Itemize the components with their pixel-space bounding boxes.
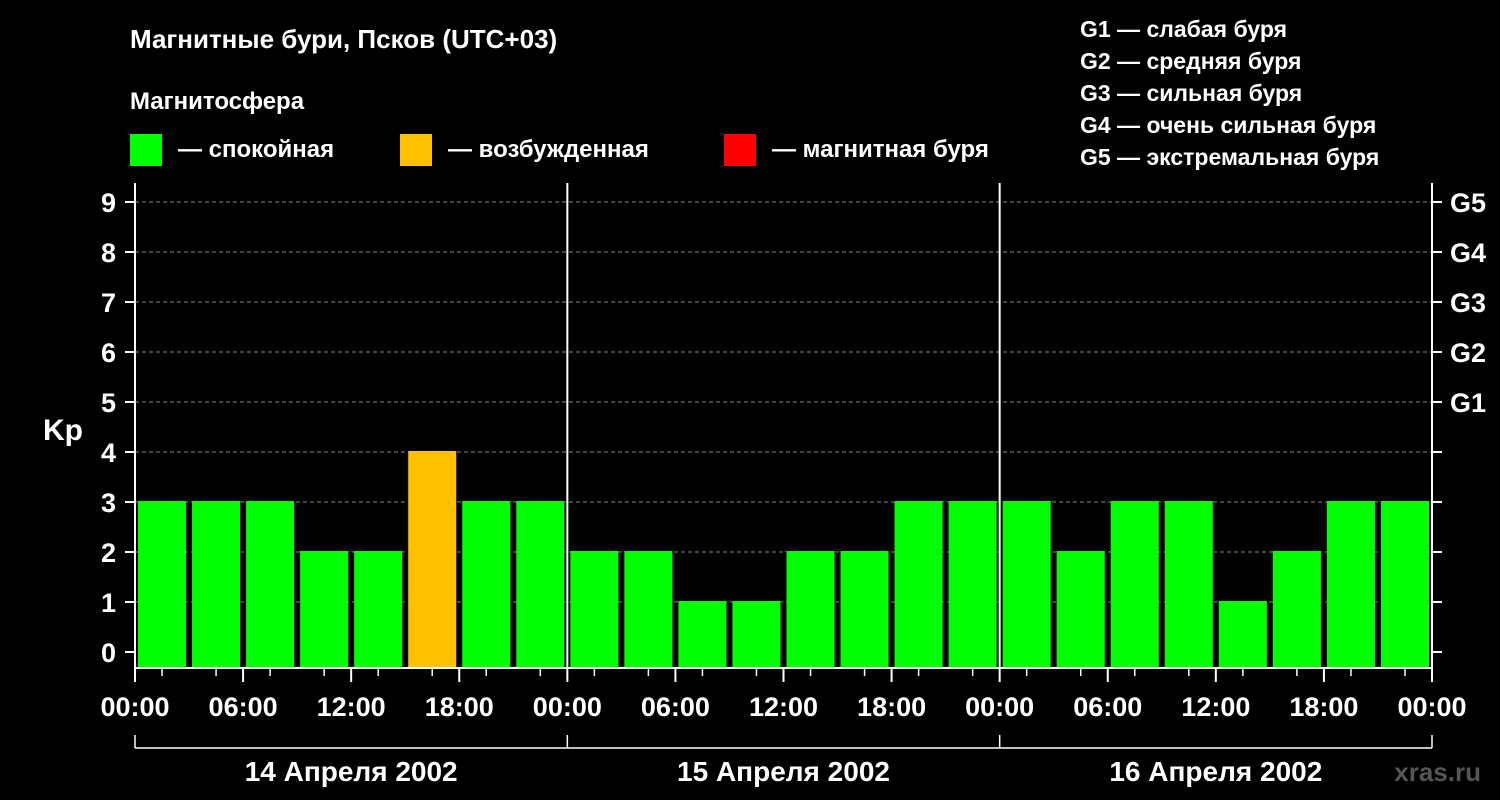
x-tick-label-1: 06:00: [209, 692, 278, 722]
legend: — спокойная — возбужденная — магнитная б…: [130, 134, 989, 166]
bar-3: [300, 551, 349, 668]
x-tick-label-5: 06:00: [641, 692, 710, 722]
bar-23: [1380, 501, 1429, 668]
x-tick-label-0: 00:00: [100, 692, 169, 722]
legend-title: Магнитосфера: [130, 88, 305, 115]
y-tick-label-7: 7: [101, 288, 116, 318]
watermark: xras.ru: [1394, 757, 1481, 787]
chart-title: Магнитные бури, Псков (UTC+03): [130, 24, 557, 54]
g-label-G1: G1: [1450, 388, 1486, 418]
g-label-G5: G5: [1450, 188, 1486, 218]
bar-18: [1110, 501, 1159, 668]
storm-scale-g2: G2 — средняя буря: [1080, 48, 1301, 74]
bar-8: [570, 551, 619, 668]
legend-label-excited: — возбужденная: [448, 136, 649, 163]
y-axis-label: Kp: [43, 414, 83, 447]
bar-19: [1164, 501, 1213, 668]
bar-6: [462, 501, 511, 668]
y-tick-label-0: 0: [101, 638, 116, 668]
bar-11: [732, 601, 781, 668]
y-tick-label-9: 9: [101, 188, 116, 218]
day-label-0: 14 Апреля 2002: [245, 756, 458, 787]
x-tick-label-11: 18:00: [1289, 692, 1358, 722]
x-tick-label-10: 12:00: [1181, 692, 1250, 722]
g-label-G3: G3: [1450, 288, 1486, 318]
legend-label-storm: — магнитная буря: [772, 136, 989, 163]
bar-1: [192, 501, 241, 668]
storm-scale-g1: G1 — слабая буря: [1080, 16, 1287, 42]
bar-7: [516, 501, 565, 668]
g-label-G4: G4: [1450, 238, 1486, 268]
bar-10: [678, 601, 727, 668]
legend-swatch-excited: [400, 134, 432, 166]
y-tick-label-4: 4: [101, 438, 116, 468]
bar-14: [894, 501, 943, 668]
x-tick-label-7: 18:00: [857, 692, 926, 722]
legend-swatch-quiet: [130, 134, 162, 166]
bar-15: [948, 501, 997, 668]
x-tick-label-4: 00:00: [533, 692, 602, 722]
y-tick-label-5: 5: [101, 388, 116, 418]
x-tick-label-8: 00:00: [965, 692, 1034, 722]
bar-5: [408, 451, 457, 668]
bar-16: [1002, 501, 1051, 668]
bar-21: [1272, 551, 1321, 668]
y-tick-label-8: 8: [101, 238, 116, 268]
y-tick-label-3: 3: [101, 488, 116, 518]
bar-22: [1326, 501, 1375, 668]
storm-scale-g5: G5 — экстремальная буря: [1080, 144, 1379, 170]
g-label-G2: G2: [1450, 338, 1486, 368]
y-tick-label-2: 2: [101, 538, 116, 568]
y-tick-label-1: 1: [101, 588, 116, 618]
bar-4: [354, 551, 403, 668]
day-label-2: 16 Апреля 2002: [1109, 756, 1322, 787]
x-tick-label-9: 06:00: [1073, 692, 1142, 722]
day-label-1: 15 Апреля 2002: [677, 756, 890, 787]
x-tick-label-3: 18:00: [425, 692, 494, 722]
storm-scale-g3: G3 — сильная буря: [1080, 80, 1302, 106]
y-tick-label-6: 6: [101, 338, 116, 368]
bar-12: [786, 551, 835, 668]
bar-2: [246, 501, 295, 668]
storm-scale-g4: G4 — очень сильная буря: [1080, 112, 1376, 138]
x-tick-label-12: 00:00: [1397, 692, 1466, 722]
bar-0: [138, 501, 187, 668]
legend-swatch-storm: [724, 134, 756, 166]
legend-label-quiet: — спокойная: [178, 136, 334, 163]
bar-9: [624, 551, 673, 668]
x-tick-label-6: 12:00: [749, 692, 818, 722]
x-tick-label-2: 12:00: [317, 692, 386, 722]
bar-20: [1218, 601, 1267, 668]
bar-13: [840, 551, 889, 668]
bar-17: [1056, 551, 1105, 668]
kp-chart: Магнитные бури, Псков (UTC+03) Магнитосф…: [0, 0, 1500, 800]
